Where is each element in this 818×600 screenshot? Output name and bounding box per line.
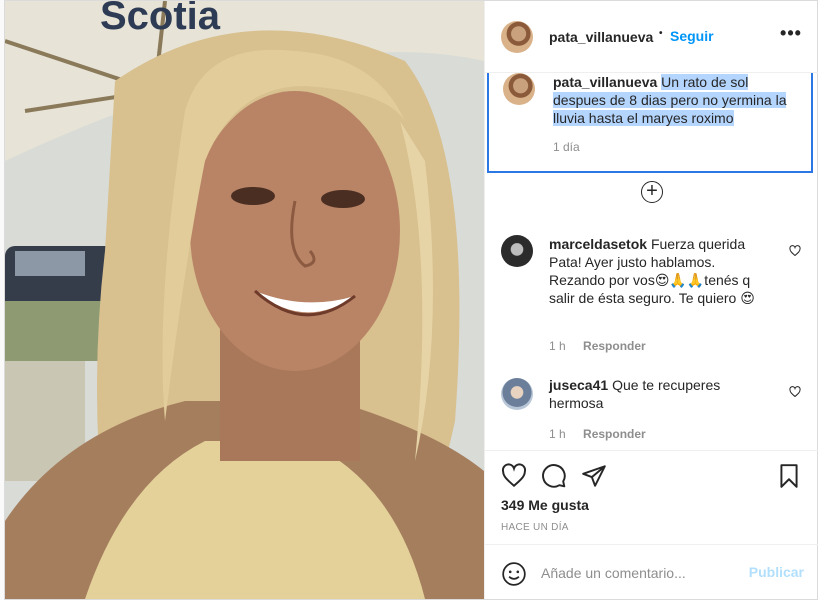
plus-circle-icon[interactable]: + (641, 181, 663, 203)
comment-meta: 1 h Responder (549, 339, 646, 353)
caption-avatar[interactable] (503, 73, 535, 105)
caption-time[interactable]: 1 día (553, 140, 580, 154)
reply-button[interactable]: Responder (583, 339, 646, 353)
comment-avatar[interactable] (501, 378, 533, 410)
share-icon[interactable] (581, 463, 607, 489)
reply-button[interactable]: Responder (583, 427, 646, 441)
comment-time[interactable]: 1 h (549, 427, 566, 441)
more-icon[interactable]: ••• (780, 24, 802, 44)
caption-text-wrap: pata_villanueva Un rato de sol despues d… (553, 73, 803, 127)
publish-button[interactable]: Publicar (749, 564, 804, 580)
add-comment-bar: Publicar (485, 544, 818, 599)
header-separator: • (659, 28, 663, 39)
caption-username[interactable]: pata_villanueva (553, 74, 657, 90)
post-actions: 349 Me gusta HACE UN DÍA (485, 450, 818, 550)
bookmark-icon[interactable] (776, 463, 802, 489)
comment-avatar[interactable] (501, 235, 533, 267)
post-photo[interactable]: Scotia (5, 1, 484, 599)
comment-icon[interactable] (541, 463, 567, 489)
comment-text-wrap: juseca41 Que te recuperes hermosa (549, 376, 761, 412)
comment-username[interactable]: juseca41 (549, 377, 608, 393)
photo-illustration: Scotia (5, 1, 484, 599)
comment-username[interactable]: marceldasetok (549, 236, 647, 252)
post-card: Scotia pata_villanueva • Seguir ••• pata… (4, 0, 818, 600)
likes-count[interactable]: 349 Me gusta (501, 497, 589, 513)
comment-like-icon[interactable] (789, 386, 801, 398)
comment-like-icon[interactable] (789, 245, 801, 257)
comment-item: juseca41 Que te recuperes hermosa 1 h Re… (501, 376, 801, 446)
post-timestamp[interactable]: HACE UN DÍA (501, 522, 569, 533)
post-header: pata_villanueva • Seguir ••• (485, 1, 818, 73)
emoji-icon[interactable] (501, 561, 527, 587)
comment-item: marceldasetok Fuerza querida Pata! Ayer … (501, 235, 801, 355)
comment-meta: 1 h Responder (549, 427, 646, 441)
post-side-panel: pata_villanueva • Seguir ••• pata_villan… (484, 1, 818, 599)
caption-block: pata_villanueva Un rato de sol despues d… (487, 73, 813, 173)
author-username[interactable]: pata_villanueva (549, 29, 653, 45)
comment-text-wrap: marceldasetok Fuerza querida Pata! Ayer … (549, 235, 761, 307)
comment-input[interactable] (541, 559, 741, 587)
author-avatar[interactable] (501, 21, 533, 53)
follow-button[interactable]: Seguir (670, 28, 714, 44)
heart-icon[interactable] (501, 463, 527, 489)
comment-time[interactable]: 1 h (549, 339, 566, 353)
umbrella-sign: Scotia (100, 1, 221, 38)
